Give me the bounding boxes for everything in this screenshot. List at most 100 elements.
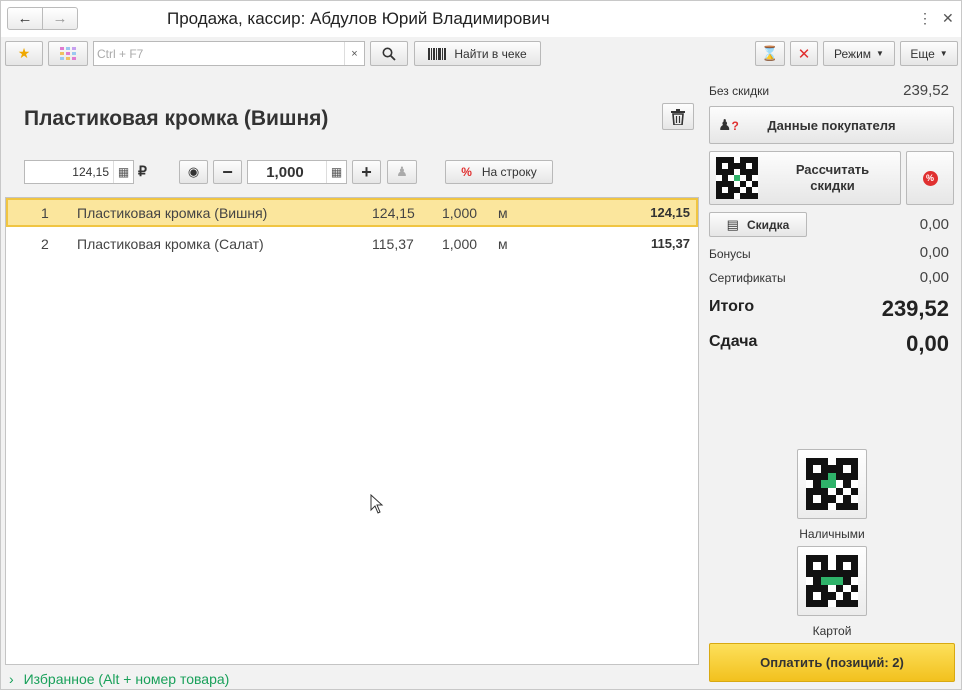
- pay-button-label: Оплатить (позиций: 2): [760, 655, 904, 670]
- search-clear-button[interactable]: ×: [344, 42, 364, 65]
- favorites-toggle[interactable]: › Избранное (Alt + номер товара): [9, 671, 229, 687]
- line-price: 115,37: [372, 236, 414, 252]
- plus-icon: +: [361, 161, 372, 182]
- chevron-down-icon: ▼: [939, 49, 948, 58]
- catalog-button[interactable]: [48, 41, 88, 66]
- certificates-value: 0,00: [919, 269, 949, 286]
- minus-icon: −: [222, 161, 233, 182]
- bonus-label: Бонусы: [709, 247, 751, 261]
- eye-icon: ◉: [187, 164, 200, 179]
- customer-data-button[interactable]: ♟? Данные покупателя: [709, 106, 954, 144]
- price-value: 124,15: [72, 165, 109, 179]
- line-quantity: 1,000: [442, 236, 478, 252]
- deferred-receipt-button[interactable]: ⌛: [755, 41, 785, 66]
- more-label: Еще: [910, 46, 935, 61]
- increase-qty-button[interactable]: +: [352, 160, 381, 184]
- line-unit: м: [498, 236, 508, 252]
- line-product-name: Пластиковая кромка (Вишня): [77, 205, 268, 221]
- line-sum: 115,37: [650, 236, 690, 251]
- percent-circle-icon: %: [922, 170, 938, 186]
- sale-window: ← → Продажа, кассир: Абдулов Юрий Владим…: [0, 0, 962, 690]
- mode-dropdown[interactable]: Режим ▼: [823, 41, 895, 66]
- calculate-discounts-button[interactable]: Рассчитать скидки: [709, 151, 901, 205]
- currency-symbol: ₽: [138, 163, 147, 179]
- arrow-left-icon: ←: [17, 10, 33, 27]
- certificates-label: Сертификаты: [709, 271, 786, 285]
- close-red-icon: ✕: [797, 45, 811, 63]
- line-number: 1: [41, 205, 49, 221]
- customer-data-label: Данные покупателя: [767, 117, 896, 133]
- search-input[interactable]: [94, 42, 344, 65]
- pay-button[interactable]: Оплатить (позиций: 2): [709, 643, 955, 682]
- discount-value: 0,00: [919, 216, 949, 233]
- calculator-icon[interactable]: ▦: [113, 161, 133, 183]
- find-in-receipt-button[interactable]: Найти в чеке: [414, 41, 541, 66]
- forward-button[interactable]: →: [42, 7, 78, 30]
- price-field[interactable]: 124,15 ▦: [24, 160, 134, 184]
- total-label: Итого: [709, 298, 755, 315]
- grid-icon: [60, 46, 76, 60]
- discount-to-line-button[interactable]: % На строку: [445, 160, 553, 184]
- star-icon: ★: [17, 45, 31, 61]
- view-button[interactable]: ◉: [179, 160, 208, 184]
- discount-label: Скидка: [746, 217, 790, 232]
- qr-card-icon: [806, 555, 858, 607]
- bonus-value: 0,00: [919, 244, 949, 261]
- discount-doc-icon: ▤: [726, 216, 739, 232]
- pay-card-label: Картой: [812, 624, 852, 638]
- cancel-receipt-button[interactable]: ✕: [790, 41, 818, 66]
- line-number: 2: [41, 236, 49, 252]
- total-value: 239,52: [881, 296, 949, 321]
- to-line-label: На строку: [481, 165, 537, 179]
- arrow-right-icon: →: [52, 10, 68, 27]
- calculator-icon[interactable]: ▦: [326, 161, 346, 183]
- back-button[interactable]: ←: [7, 7, 43, 30]
- quantity-value: 1,000: [266, 163, 304, 181]
- no-discount-value: 239,52: [903, 82, 949, 99]
- delete-line-button[interactable]: [662, 103, 694, 130]
- chevron-down-icon: ▼: [876, 49, 884, 58]
- close-icon[interactable]: ✕: [942, 10, 954, 27]
- stamp-icon: ♟: [396, 164, 408, 179]
- search-box: ×: [93, 41, 365, 66]
- chevron-right-icon: ›: [9, 671, 14, 687]
- table-row[interactable]: 2 Пластиковая кромка (Салат) 115,37 1,00…: [6, 229, 698, 258]
- table-row[interactable]: 1 Пластиковая кромка (Вишня) 124,15 1,00…: [6, 198, 698, 227]
- window-title: Продажа, кассир: Абдулов Юрий Владимиров…: [167, 9, 550, 28]
- pay-cash-label: Наличными: [799, 527, 865, 541]
- percent-icon: %: [461, 165, 472, 179]
- qr-cash-icon: [806, 458, 858, 510]
- title-bar: ← → Продажа, кассир: Абдулов Юрий Владим…: [1, 1, 961, 37]
- no-discount-label: Без скидки: [709, 84, 770, 98]
- stamp-button[interactable]: ♟: [387, 160, 417, 184]
- find-in-receipt-label: Найти в чеке: [454, 46, 527, 61]
- quantity-field[interactable]: 1,000 ▦: [247, 160, 347, 184]
- receipt-lines-table: 1 Пластиковая кромка (Вишня) 124,15 1,00…: [5, 197, 699, 665]
- discount-button[interactable]: ▤ Скидка: [709, 212, 807, 237]
- customer-question-icon: ♟?: [718, 117, 739, 134]
- more-vertical-icon[interactable]: ⋮: [918, 10, 932, 27]
- favorites-label: Избранное (Alt + номер товара): [23, 671, 230, 687]
- line-quantity: 1,000: [442, 205, 478, 221]
- trash-icon: [671, 108, 685, 125]
- hourglass-icon: ⌛: [761, 45, 779, 61]
- pay-card-button[interactable]: [797, 546, 867, 616]
- qr-code-icon: [716, 157, 758, 199]
- pay-cash-button[interactable]: [797, 449, 867, 519]
- line-unit: м: [498, 205, 508, 221]
- search-button[interactable]: [370, 41, 408, 66]
- change-value: 0,00: [906, 331, 949, 356]
- favorite-button[interactable]: ★: [5, 41, 43, 66]
- change-label: Сдача: [709, 333, 758, 350]
- mouse-cursor-icon: [370, 494, 384, 514]
- line-price: 124,15: [372, 205, 415, 221]
- barcode-icon: [428, 47, 447, 60]
- product-title: Пластиковая кромка (Вишня): [24, 107, 329, 130]
- search-icon: [382, 47, 396, 61]
- line-product-name: Пластиковая кромка (Салат): [77, 236, 264, 252]
- discount-percent-button[interactable]: %: [906, 151, 954, 205]
- calculate-discounts-label: Рассчитать скидки: [770, 162, 895, 194]
- more-dropdown[interactable]: Еще ▼: [900, 41, 958, 66]
- calculate-discounts-label-line2: скидки: [810, 178, 855, 193]
- decrease-qty-button[interactable]: −: [213, 160, 242, 184]
